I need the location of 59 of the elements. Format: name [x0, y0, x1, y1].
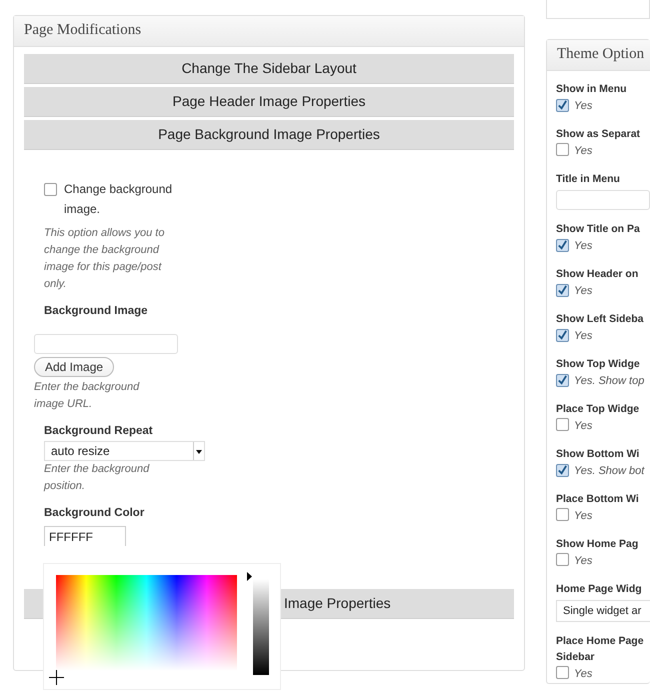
color-spectrum[interactable]	[56, 575, 237, 671]
checkbox[interactable]	[556, 284, 569, 297]
checkbox[interactable]	[556, 329, 569, 342]
help-text: This option allows you to change the background image for this page/post only.	[44, 226, 166, 292]
option-label: Show as Separat	[556, 127, 642, 142]
option-text: Yes	[574, 510, 592, 522]
field-label: Background Repeat	[44, 425, 154, 437]
accordion-header[interactable]: Change The Sidebar Layout	[24, 54, 514, 84]
option-label: Show Home Pag	[556, 537, 640, 552]
accordion-header[interactable]: Page Header Image Properties	[24, 87, 514, 117]
panel-title: Theme Option	[547, 40, 650, 71]
option-label: Place Home Page Sidebar	[556, 634, 645, 665]
field-label: Background Color	[44, 507, 146, 519]
option-label: Home Page Widg	[556, 582, 643, 597]
option-text: Yes. Show bot	[574, 465, 644, 477]
dropdown-arrow-icon	[193, 442, 204, 460]
checkbox[interactable]	[556, 143, 569, 156]
input-field[interactable]: FFFFFF	[44, 526, 126, 546]
checkbox[interactable]	[556, 508, 569, 521]
checkbox[interactable]	[556, 99, 569, 112]
option-text: Yes	[574, 145, 592, 157]
crosshair-icon[interactable]	[49, 670, 64, 685]
option-label: Show Top Widge	[556, 357, 641, 372]
checkbox[interactable]	[556, 374, 569, 387]
checkbox[interactable]	[556, 464, 569, 477]
help-text: Enter the background position.	[44, 462, 150, 494]
option-text: Yes. Show top	[574, 375, 644, 387]
select-field[interactable]: Single widget ar	[556, 600, 650, 622]
input-field[interactable]	[34, 334, 178, 354]
option-label: Show Left Sideba	[556, 312, 645, 327]
accordion-header[interactable]: Page Background Image Properties	[24, 120, 514, 150]
panel-title: Page Modifications	[14, 16, 524, 47]
option-label: Title in Menu	[556, 172, 621, 187]
option-label: Show Title on Pa	[556, 222, 641, 237]
slider-pointer-icon[interactable]	[247, 572, 252, 581]
help-text: Enter the background image URL.	[34, 380, 140, 412]
checkbox[interactable]	[556, 553, 569, 566]
checkbox-label: Change background image.	[64, 181, 174, 218]
checkbox[interactable]	[556, 418, 569, 431]
field-label: Background Image	[44, 305, 149, 317]
option-label: Show Header on	[556, 267, 640, 282]
select-field[interactable]: auto resize	[44, 441, 205, 461]
option-text: Yes	[574, 240, 592, 252]
checkbox[interactable]	[556, 666, 569, 679]
option-text: Yes	[574, 285, 592, 297]
color-picker-popup[interactable]	[43, 563, 281, 690]
option-label: Show Bottom Wi	[556, 447, 640, 462]
checkbox[interactable]	[44, 183, 57, 196]
option-text: Yes	[574, 330, 592, 342]
add-image-button[interactable]: Add Image	[34, 357, 114, 377]
option-label: Place Top Widge	[556, 402, 640, 417]
checkbox[interactable]	[556, 239, 569, 252]
option-text: Yes	[574, 668, 592, 680]
option-label: Show in Menu	[556, 82, 628, 97]
input-field[interactable]	[556, 190, 650, 210]
option-text: Yes	[574, 100, 592, 112]
option-label: Place Bottom Wi	[556, 492, 640, 507]
option-text: Yes	[574, 555, 592, 567]
option-text: Yes	[574, 420, 592, 432]
